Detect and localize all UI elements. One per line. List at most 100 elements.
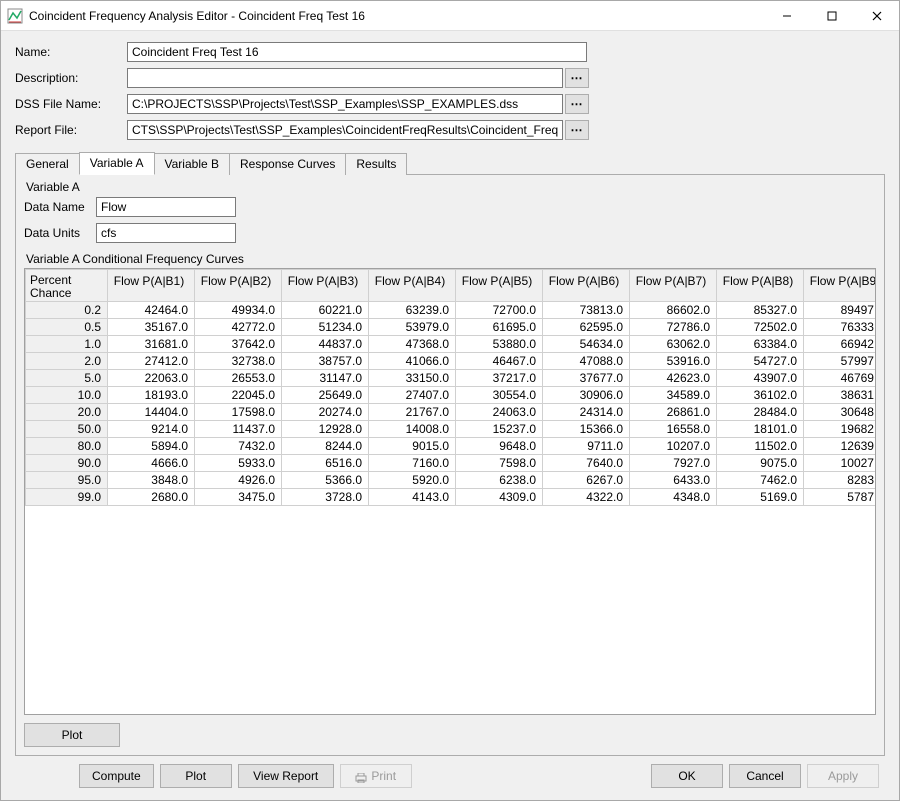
data-cell[interactable]: 38631.0 — [804, 387, 877, 404]
data-cell[interactable]: 7462.0 — [717, 472, 804, 489]
data-cell[interactable]: 44837.0 — [282, 336, 369, 353]
data-cell[interactable]: 4926.0 — [195, 472, 282, 489]
data-cell[interactable]: 19682.0 — [804, 421, 877, 438]
data-cell[interactable]: 72502.0 — [717, 319, 804, 336]
data-cell[interactable]: 53880.0 — [456, 336, 543, 353]
data-cell[interactable]: 7160.0 — [369, 455, 456, 472]
report-file-input[interactable] — [127, 120, 563, 140]
data-cell[interactable]: 35167.0 — [108, 319, 195, 336]
data-cell[interactable]: 85327.0 — [717, 302, 804, 319]
data-cell[interactable]: 24063.0 — [456, 404, 543, 421]
data-cell[interactable]: 12928.0 — [282, 421, 369, 438]
data-cell[interactable]: 15366.0 — [543, 421, 630, 438]
data-cell[interactable]: 63384.0 — [717, 336, 804, 353]
data-cell[interactable]: 6433.0 — [630, 472, 717, 489]
row-header-cell[interactable]: 1.0 — [26, 336, 108, 353]
data-cell[interactable]: 43907.0 — [717, 370, 804, 387]
data-cell[interactable]: 22045.0 — [195, 387, 282, 404]
frequency-table-container[interactable]: PercentChanceFlow P(A|B1)Flow P(A|B2)Flo… — [24, 268, 876, 715]
data-cell[interactable]: 34589.0 — [630, 387, 717, 404]
column-header-b5[interactable]: Flow P(A|B5) — [456, 270, 543, 302]
data-cell[interactable]: 30906.0 — [543, 387, 630, 404]
data-cell[interactable]: 4309.0 — [456, 489, 543, 506]
data-cell[interactable]: 33150.0 — [369, 370, 456, 387]
data-cell[interactable]: 11437.0 — [195, 421, 282, 438]
data-cell[interactable]: 63062.0 — [630, 336, 717, 353]
data-cell[interactable]: 76333.0 — [804, 319, 877, 336]
data-cell[interactable]: 66942.0 — [804, 336, 877, 353]
row-header-cell[interactable]: 0.2 — [26, 302, 108, 319]
data-cell[interactable]: 3728.0 — [282, 489, 369, 506]
data-cell[interactable]: 3848.0 — [108, 472, 195, 489]
data-cell[interactable]: 54727.0 — [717, 353, 804, 370]
row-header-cell[interactable]: 50.0 — [26, 421, 108, 438]
row-header-cell[interactable]: 80.0 — [26, 438, 108, 455]
data-cell[interactable]: 21767.0 — [369, 404, 456, 421]
cancel-button[interactable]: Cancel — [729, 764, 801, 788]
data-cell[interactable]: 32738.0 — [195, 353, 282, 370]
dss-file-input[interactable] — [127, 94, 563, 114]
report-file-browse-button[interactable]: ⋯ — [565, 120, 589, 140]
data-cell[interactable]: 53979.0 — [369, 319, 456, 336]
row-header-cell[interactable]: 95.0 — [26, 472, 108, 489]
minimize-button[interactable] — [764, 1, 809, 30]
data-cell[interactable]: 6238.0 — [456, 472, 543, 489]
description-browse-button[interactable]: ⋯ — [565, 68, 589, 88]
data-cell[interactable]: 28484.0 — [717, 404, 804, 421]
data-cell[interactable]: 72700.0 — [456, 302, 543, 319]
data-cell[interactable]: 14008.0 — [369, 421, 456, 438]
data-cell[interactable]: 47088.0 — [543, 353, 630, 370]
data-cell[interactable]: 6516.0 — [282, 455, 369, 472]
row-header-cell[interactable]: 2.0 — [26, 353, 108, 370]
data-cell[interactable]: 27412.0 — [108, 353, 195, 370]
close-button[interactable] — [854, 1, 899, 30]
data-cell[interactable]: 63239.0 — [369, 302, 456, 319]
data-cell[interactable]: 4666.0 — [108, 455, 195, 472]
data-cell[interactable]: 37217.0 — [456, 370, 543, 387]
ok-button[interactable]: OK — [651, 764, 723, 788]
data-cell[interactable]: 8244.0 — [282, 438, 369, 455]
data-cell[interactable]: 7598.0 — [456, 455, 543, 472]
dss-file-browse-button[interactable]: ⋯ — [565, 94, 589, 114]
data-cell[interactable]: 37677.0 — [543, 370, 630, 387]
data-cell[interactable]: 18101.0 — [717, 421, 804, 438]
data-cell[interactable]: 5933.0 — [195, 455, 282, 472]
data-cell[interactable]: 9648.0 — [456, 438, 543, 455]
tab-response-curves[interactable]: Response Curves — [229, 153, 346, 175]
data-cell[interactable]: 51234.0 — [282, 319, 369, 336]
column-header-b7[interactable]: Flow P(A|B7) — [630, 270, 717, 302]
row-header-cell[interactable]: 0.5 — [26, 319, 108, 336]
data-cell[interactable]: 22063.0 — [108, 370, 195, 387]
plot-button[interactable]: Plot — [160, 764, 232, 788]
row-header-cell[interactable]: 5.0 — [26, 370, 108, 387]
data-cell[interactable]: 73813.0 — [543, 302, 630, 319]
data-cell[interactable]: 20274.0 — [282, 404, 369, 421]
description-input[interactable] — [127, 68, 563, 88]
data-cell[interactable]: 12639.0 — [804, 438, 877, 455]
view-report-button[interactable]: View Report — [238, 764, 334, 788]
row-header-cell[interactable]: 90.0 — [26, 455, 108, 472]
data-cell[interactable]: 4143.0 — [369, 489, 456, 506]
data-cell[interactable]: 42623.0 — [630, 370, 717, 387]
tab-variable-a[interactable]: Variable A — [79, 152, 155, 175]
data-cell[interactable]: 7640.0 — [543, 455, 630, 472]
data-units-input[interactable] — [96, 223, 236, 243]
row-header-cell[interactable]: 10.0 — [26, 387, 108, 404]
data-cell[interactable]: 2680.0 — [108, 489, 195, 506]
data-cell[interactable]: 86602.0 — [630, 302, 717, 319]
data-cell[interactable]: 17598.0 — [195, 404, 282, 421]
data-cell[interactable]: 9711.0 — [543, 438, 630, 455]
data-cell[interactable]: 5920.0 — [369, 472, 456, 489]
data-cell[interactable]: 46467.0 — [456, 353, 543, 370]
data-cell[interactable]: 37642.0 — [195, 336, 282, 353]
data-cell[interactable]: 11502.0 — [717, 438, 804, 455]
data-cell[interactable]: 10027.0 — [804, 455, 877, 472]
data-cell[interactable]: 6267.0 — [543, 472, 630, 489]
data-cell[interactable]: 30554.0 — [456, 387, 543, 404]
data-cell[interactable]: 42464.0 — [108, 302, 195, 319]
data-cell[interactable]: 7432.0 — [195, 438, 282, 455]
data-cell[interactable]: 62595.0 — [543, 319, 630, 336]
data-cell[interactable]: 27407.0 — [369, 387, 456, 404]
data-cell[interactable]: 5169.0 — [717, 489, 804, 506]
data-cell[interactable]: 42772.0 — [195, 319, 282, 336]
